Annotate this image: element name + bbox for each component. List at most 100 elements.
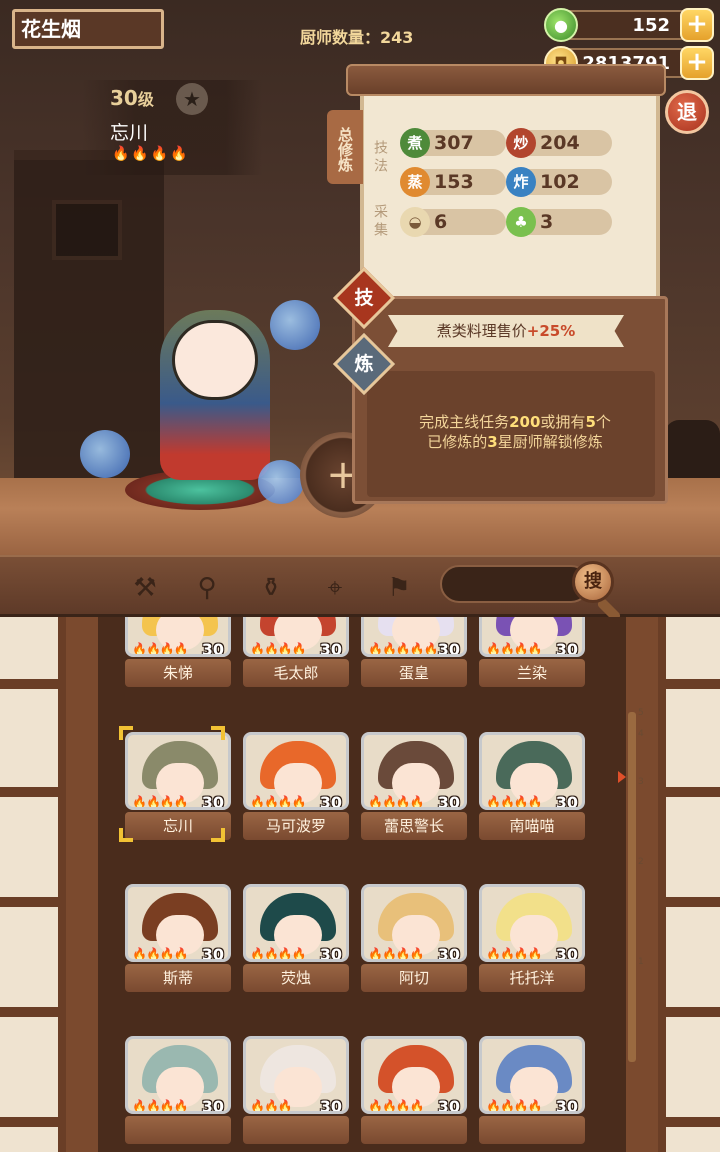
- map-filter-icon[interactable]: ⚑: [382, 571, 416, 605]
- chef-card-level: 30: [437, 640, 460, 657]
- chef-card-name: 南喵喵: [479, 812, 585, 840]
- star-icon[interactable]: ★: [176, 83, 208, 115]
- chef-card-level: 30: [319, 640, 342, 657]
- window-right: [658, 617, 720, 1152]
- chef-card-level: 30: [319, 1097, 342, 1114]
- chef-card-name: [125, 1116, 231, 1144]
- chef-card-flames: 🔥🔥🔥🔥: [250, 795, 307, 809]
- chef-grid[interactable]: 🔥🔥🔥🔥 30 朱悌 🔥🔥🔥🔥 30 毛太郎 🔥🔥🔥🔥🔥 30 蛋皇 🔥🔥🔥🔥 30 兰染 🔥🔥🔥🔥 30…: [98, 617, 628, 1152]
- chef-card-name: 阿切: [361, 964, 467, 992]
- stat-vegetable: ♣ 3: [506, 207, 612, 237]
- chef-card[interactable]: 🔥🔥🔥🔥 30 朱悌: [125, 617, 231, 689]
- chef-card-flames: 🔥🔥🔥🔥: [486, 947, 543, 961]
- chef-card-flames: 🔥🔥🔥🔥: [250, 642, 307, 656]
- chef-card-level: 30: [437, 945, 460, 962]
- window-left: [0, 617, 66, 1152]
- chef-card-level: 30: [555, 945, 578, 962]
- chef-card-name: 蕾思警长: [361, 812, 467, 840]
- ingredient-filter-icon[interactable]: ⚒: [128, 571, 162, 605]
- chef-card-flames: 🔥🔥🔥🔥: [132, 947, 189, 961]
- chef-count: 厨师数量：243: [300, 28, 414, 47]
- chef-card[interactable]: 🔥🔥🔥🔥 30 南喵喵: [479, 732, 585, 842]
- stat-stirfry: 炒 204: [506, 128, 612, 158]
- gather-label: 采集: [372, 204, 388, 240]
- selection-corner: [119, 726, 133, 740]
- chef-portrait: 🔥🔥🔥 30: [243, 1036, 349, 1114]
- chef-character-art[interactable]: [80, 280, 340, 530]
- tool-filter-icon[interactable]: ⚲: [190, 571, 224, 605]
- chef-card-name: [479, 1116, 585, 1144]
- chef-portrait: 🔥🔥🔥🔥🔥 30: [361, 617, 467, 657]
- stat-steam: 蒸 153: [400, 167, 506, 197]
- chef-card-name: 荧烛: [243, 964, 349, 992]
- ruler-label: 1: [638, 957, 644, 967]
- chef-card-level: 30: [201, 945, 224, 962]
- chef-card-name: 斯蒂: [125, 964, 231, 992]
- chef-card[interactable]: 🔥🔥🔥🔥 30: [361, 1036, 467, 1146]
- chef-card[interactable]: 🔥🔥🔥🔥 30 马可波罗: [243, 732, 349, 842]
- ruler-position-marker: [618, 771, 626, 783]
- chef-portrait: 🔥🔥🔥🔥 30: [243, 617, 349, 657]
- jar-filter-icon[interactable]: ⚱: [254, 571, 288, 605]
- chef-card[interactable]: 🔥🔥🔥🔥 30: [479, 1036, 585, 1146]
- chef-card-level: 30: [555, 793, 578, 810]
- chef-card-level: 30: [437, 1097, 460, 1114]
- chef-card-name: [243, 1116, 349, 1144]
- add-coin-button[interactable]: +: [680, 46, 714, 80]
- jade-currency: ● 152 +: [544, 8, 714, 42]
- chef-portrait: 🔥🔥🔥🔥 30: [479, 732, 585, 810]
- filter-toolbar: ⚒ ⚲ ⚱ ⌖ ⚑ 搜: [0, 555, 720, 623]
- chef-card[interactable]: 🔥🔥🔥🔥 30 蕾思警长: [361, 732, 467, 842]
- chef-card-level: 30: [201, 640, 224, 657]
- jade-amount: 152: [632, 15, 670, 36]
- chef-card-level: 30: [555, 1097, 578, 1114]
- chef-card[interactable]: 🔥🔥🔥🔥 30 阿切: [361, 884, 467, 994]
- tab-total-cultivation[interactable]: 总修炼: [327, 110, 363, 184]
- chef-card[interactable]: 🔥🔥🔥 30: [243, 1036, 349, 1146]
- steam-icon: 蒸: [400, 167, 430, 197]
- chef-card-flames: 🔥🔥🔥🔥: [368, 1099, 425, 1113]
- chef-portrait: 🔥🔥🔥🔥 30: [125, 617, 231, 657]
- chef-portrait: 🔥🔥🔥🔥 30: [361, 1036, 467, 1114]
- chef-card-flames: 🔥🔥🔥🔥🔥: [368, 642, 439, 656]
- refine-unlock-hint: 完成主线任务200或拥有5个 已修炼的3星厨师解锁修炼: [419, 413, 611, 451]
- chef-card-flames: 🔥🔥🔥🔥: [132, 642, 189, 656]
- player-name[interactable]: 花生烟: [12, 9, 164, 49]
- chef-portrait: 🔥🔥🔥🔥 30: [361, 884, 467, 962]
- vegetable-icon: ♣: [506, 207, 536, 237]
- chef-card-name: 蛋皇: [361, 659, 467, 687]
- chef-card-level: 30: [201, 1097, 224, 1114]
- chef-card[interactable]: 🔥🔥🔥🔥 30 毛太郎: [243, 617, 349, 689]
- chef-card-name: 托托洋: [479, 964, 585, 992]
- chef-card[interactable]: 🔥🔥🔥🔥🔥 30 蛋皇: [361, 617, 467, 689]
- ghost-spirit-icon: [270, 300, 320, 350]
- chef-card-flames: 🔥🔥🔥🔥: [486, 795, 543, 809]
- chef-card[interactable]: 🔥🔥🔥🔥 30: [125, 1036, 231, 1146]
- chef-card[interactable]: 🔥🔥🔥🔥 30 兰染: [479, 617, 585, 689]
- chef-card[interactable]: 🔥🔥🔥🔥 30 托托洋: [479, 884, 585, 994]
- chef-card-level: 30: [319, 793, 342, 810]
- chef-level: 30级: [110, 86, 154, 110]
- search-button[interactable]: 搜: [572, 561, 614, 603]
- add-jade-button[interactable]: +: [680, 8, 714, 42]
- chef-card[interactable]: 🔥🔥🔥🔥 30 荧烛: [243, 884, 349, 994]
- chef-card[interactable]: 🔥🔥🔥🔥 30 忘川: [119, 726, 231, 842]
- stirfry-icon: 炒: [506, 128, 536, 158]
- chef-rarity-flames: 🔥🔥🔥🔥: [112, 146, 190, 162]
- location-filter-icon[interactable]: ⌖: [318, 571, 352, 605]
- selection-corner: [119, 828, 133, 842]
- flour-icon: ◒: [400, 207, 430, 237]
- scroll-roller: [346, 64, 666, 96]
- chef-card-flames: 🔥🔥🔥🔥: [486, 642, 543, 656]
- chef-card-flames: 🔥🔥🔥🔥: [250, 947, 307, 961]
- rarity-scroll-ruler[interactable]: [628, 712, 636, 1062]
- chef-portrait: 🔥🔥🔥🔥 30: [479, 884, 585, 962]
- ruler-label: 3: [638, 777, 644, 787]
- ruler-label: 2: [638, 857, 644, 867]
- chef-card-flames: 🔥🔥🔥: [250, 1099, 293, 1113]
- frame-left: [66, 617, 98, 1152]
- chef-card-flames: 🔥🔥🔥🔥: [368, 795, 425, 809]
- search-input[interactable]: [440, 565, 590, 603]
- chef-card[interactable]: 🔥🔥🔥🔥 30 斯蒂: [125, 884, 231, 994]
- back-button[interactable]: 退: [665, 90, 709, 134]
